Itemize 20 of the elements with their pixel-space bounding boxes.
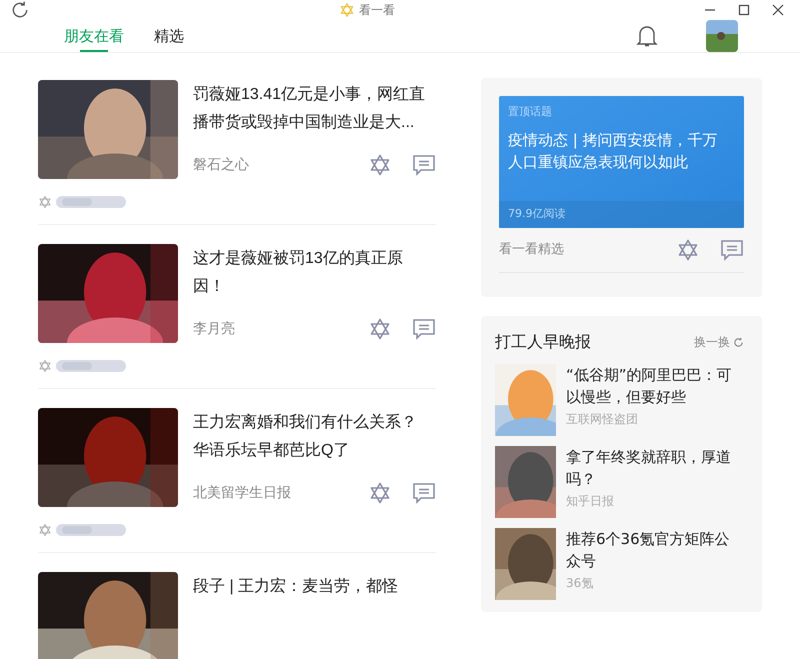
article-source: 李月亮	[193, 320, 235, 338]
digest-article-source: 知乎日报	[566, 493, 615, 510]
article-title[interactable]: 罚薇娅13.41亿元是小事，网红直播带货或毁掉中国制造业是大...	[193, 81, 429, 137]
window-title: 看一看	[359, 2, 395, 19]
read-count: 79.9亿阅读	[508, 206, 566, 222]
digest-article-source: 互联网怪盗团	[566, 411, 639, 428]
article-title[interactable]: 段子 | 王力宏：麦当劳，都怪	[193, 573, 429, 601]
digest-article-source: 36氪	[566, 575, 594, 592]
topic-tag: 置顶话题	[508, 104, 735, 120]
digest-title: 打工人早晚报	[495, 331, 591, 353]
topic-headline: 疫情动态 | 拷问西安疫情，千万人口重镇应急表现何以如此	[508, 130, 719, 172]
article-title[interactable]: 这才是薇娅被罚13亿的真正原因！	[193, 245, 429, 301]
topic-source: 看一看精选	[499, 241, 564, 260]
digest-article-title[interactable]: 推荐6个36氪官方矩阵公众号	[566, 528, 738, 572]
digest-article-title[interactable]: 拿了年终奖就辞职，厚道吗？	[566, 446, 738, 490]
article-title[interactable]: 王力宏离婚和我们有什么关系？华语乐坛早都芭比Q了	[193, 409, 429, 465]
tab[interactable]: 精选	[152, 20, 186, 52]
digest-article-title[interactable]: “低谷期”的阿里巴巴：可以慢些，但要好些	[566, 364, 738, 408]
article-source: 磐石之心	[193, 156, 249, 174]
article-source: 北美留学生日报	[193, 484, 291, 502]
